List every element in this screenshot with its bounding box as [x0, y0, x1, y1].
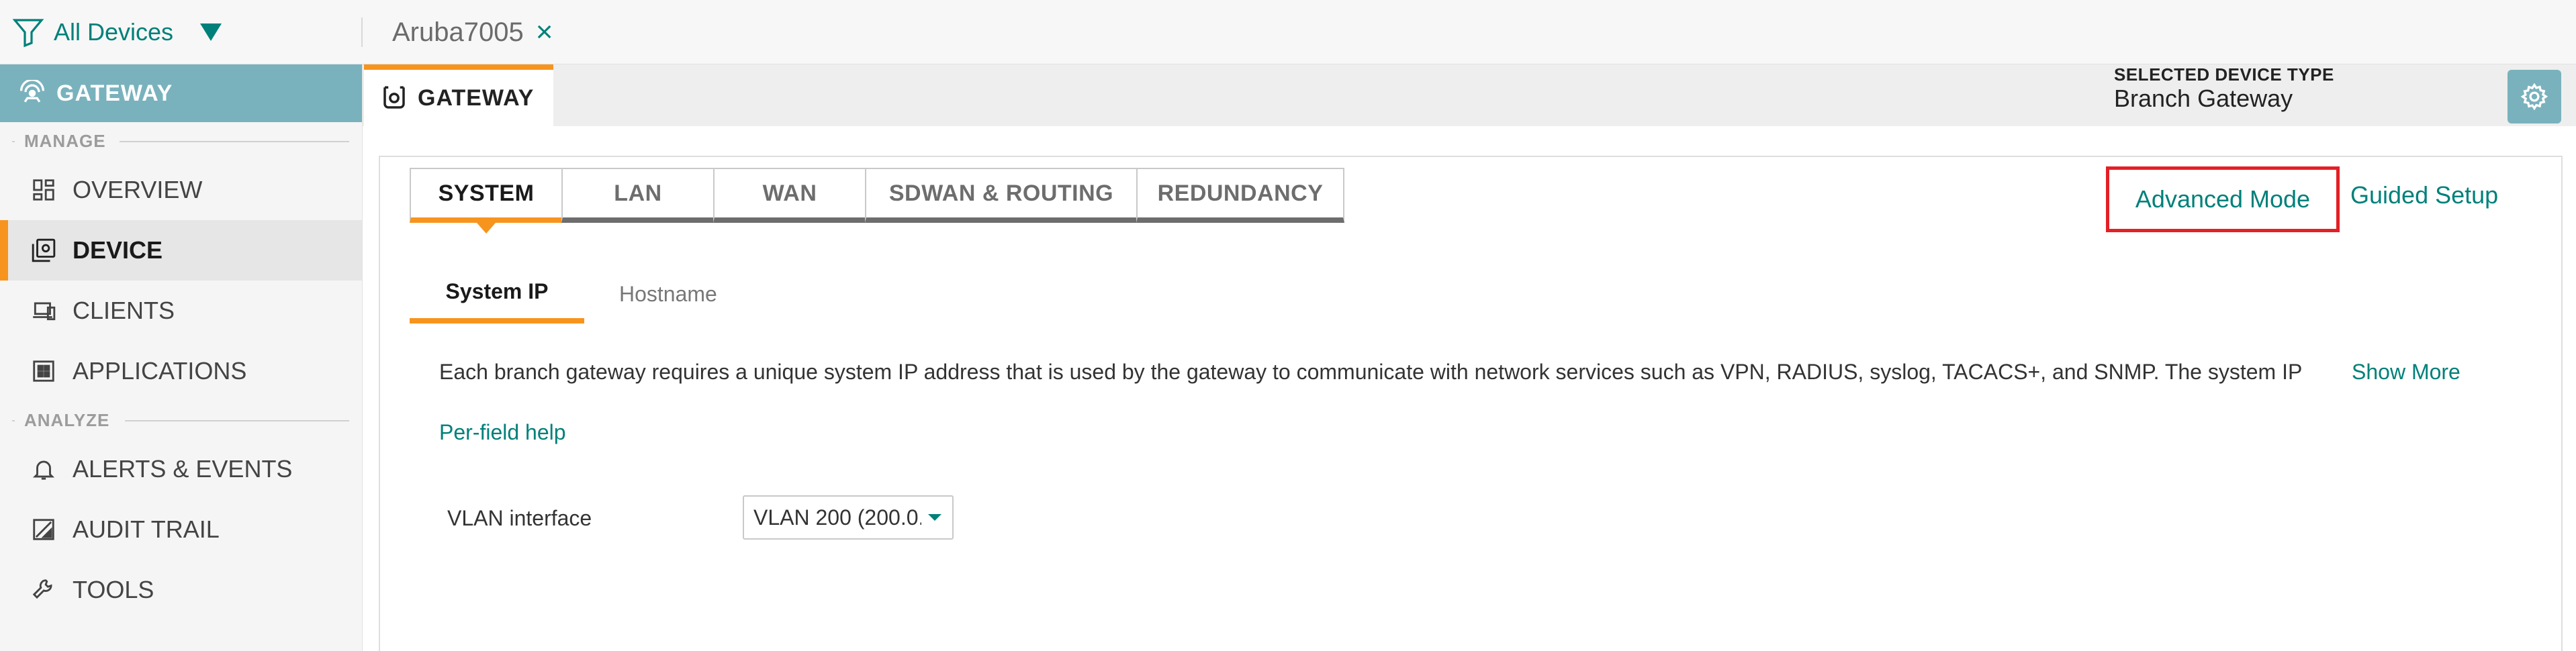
sidebar-item-label: APPLICATIONS	[73, 357, 247, 385]
bell-icon	[30, 455, 58, 483]
tab-lan[interactable]: LAN	[561, 168, 713, 223]
section-analyze-label: ANALYZE	[15, 409, 118, 431]
subtab-hostname[interactable]: Hostname	[619, 264, 717, 323]
grid-icon	[30, 176, 58, 204]
guided-setup-link[interactable]: Guided Setup	[2350, 181, 2498, 209]
selected-device-type-label: SELECTED DEVICE TYPE	[2114, 64, 2334, 85]
sub-tabs: System IP Hostname	[410, 264, 717, 323]
sidebar-item-label: AUDIT TRAIL	[73, 515, 220, 543]
tab-sdwan-routing[interactable]: SDWAN & ROUTING	[865, 168, 1136, 223]
config-card: SYSTEM LAN WAN SDWAN & ROUTING REDUNDANC…	[379, 156, 2563, 651]
advanced-mode-highlight: Advanced Mode	[2106, 166, 2340, 232]
clients-icon	[30, 297, 58, 325]
tab-gateway[interactable]: GATEWAY	[364, 64, 553, 126]
topbar-divider	[361, 17, 363, 47]
sidebar-item-label: CLIENTS	[73, 297, 175, 324]
main-header: GATEWAY SELECTED DEVICE TYPE Branch Gate…	[363, 64, 2576, 126]
audit-icon	[30, 515, 58, 544]
sidebar-item-clients[interactable]: CLIENTS	[0, 281, 362, 341]
selected-device-type-value: Branch Gateway	[2114, 85, 2293, 112]
device-filter[interactable]: All Devices	[12, 15, 222, 50]
per-field-help-link[interactable]: Per-field help	[439, 420, 566, 445]
sidebar-item-alerts-events[interactable]: ALERTS & EVENTS	[0, 439, 362, 499]
config-tabs: SYSTEM LAN WAN SDWAN & ROUTING REDUNDANC…	[410, 168, 1344, 234]
sidebar-item-device[interactable]: DEVICE	[0, 220, 362, 281]
section-manage-label: MANAGE	[15, 130, 114, 152]
vlan-interface-value: VLAN 200 (200.0.	[753, 505, 921, 530]
vlan-interface-label: VLAN interface	[447, 506, 592, 530]
sidebar-item-label: DEVICE	[73, 236, 163, 264]
section-analyze: ANALYZE	[0, 401, 362, 439]
sidebar-item-label: OVERVIEW	[73, 176, 203, 203]
sidebar-item-overview[interactable]: OVERVIEW	[0, 160, 362, 220]
sidebar-item-label: ALERTS & EVENTS	[73, 455, 293, 483]
sidebar-header-label: GATEWAY	[56, 80, 173, 106]
sidebar-item-tools[interactable]: TOOLS	[0, 560, 362, 620]
settings-button[interactable]	[2508, 70, 2561, 123]
gateway-device-icon	[383, 86, 405, 109]
applications-icon	[30, 357, 58, 385]
system-ip-description: Each branch gateway requires a unique sy…	[439, 360, 2303, 384]
sidebar-header: GATEWAY	[0, 64, 362, 122]
device-filter-label: All Devices	[54, 18, 174, 46]
gear-icon	[2520, 83, 2548, 111]
gateway-icon	[20, 80, 44, 103]
tab-system[interactable]: SYSTEM	[410, 168, 561, 234]
device-context-tab[interactable]: Aruba7005 ×	[392, 15, 553, 50]
subtab-system-ip[interactable]: System IP	[410, 264, 584, 323]
tab-redundancy[interactable]: REDUNDANCY	[1136, 168, 1344, 223]
funnel-icon	[12, 19, 44, 48]
device-name: Aruba7005	[392, 17, 524, 47]
sidebar: GATEWAY MANAGE OVERVIEW DEVICE CLIENTS A…	[0, 64, 363, 651]
section-manage: MANAGE	[0, 122, 362, 160]
advanced-mode-link[interactable]: Advanced Mode	[2135, 185, 2310, 213]
device-icon	[30, 236, 58, 264]
sidebar-item-applications[interactable]: APPLICATIONS	[0, 341, 362, 401]
chevron-down-icon[interactable]	[200, 23, 222, 41]
sidebar-item-audit-trail[interactable]: AUDIT TRAIL	[0, 499, 362, 560]
wrench-icon	[30, 576, 58, 604]
show-more-link[interactable]: Show More	[2352, 360, 2460, 385]
tab-wan[interactable]: WAN	[713, 168, 865, 223]
vlan-interface-select[interactable]: VLAN 200 (200.0.	[743, 495, 954, 540]
gateway-tab-label: GATEWAY	[418, 85, 535, 111]
top-bar: All Devices Aruba7005 ×	[0, 0, 2576, 64]
close-icon[interactable]: ×	[536, 17, 553, 47]
chevron-down-icon	[928, 514, 941, 521]
sidebar-item-label: TOOLS	[73, 576, 154, 603]
